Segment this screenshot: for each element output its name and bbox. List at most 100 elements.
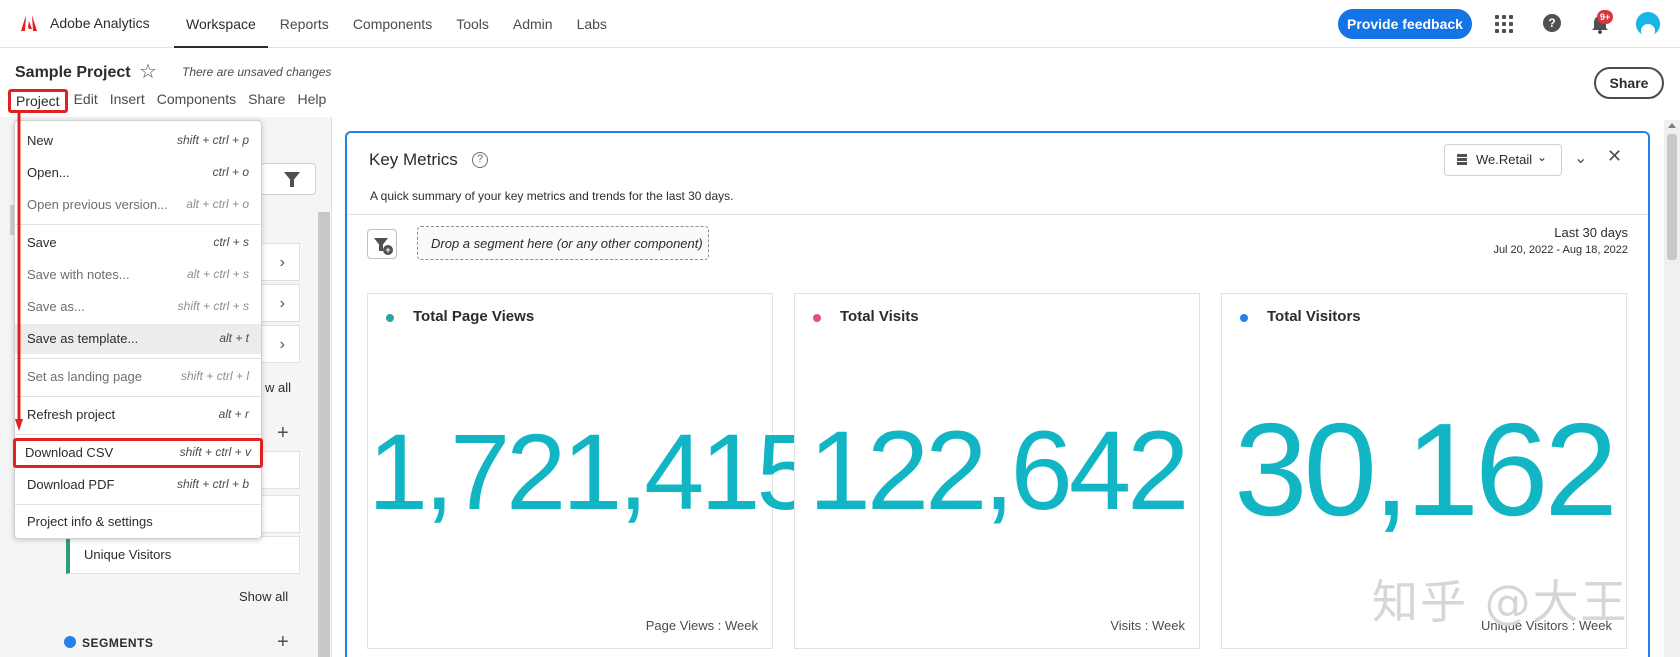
brand-name[interactable]: Adobe Analytics (50, 15, 150, 31)
rail-metric-item[interactable]: Unique Visitors (66, 536, 300, 574)
filter-icon-stem (290, 180, 294, 187)
project-menubar: Project Edit Insert Components Share Hel… (8, 89, 332, 113)
series-dot (813, 314, 821, 322)
favorite-star-icon[interactable]: ☆ (139, 62, 157, 82)
close-panel-icon[interactable]: ✕ (1607, 146, 1622, 167)
menu-help[interactable]: Help (291, 89, 332, 113)
date-range-label: Last 30 days (1554, 225, 1628, 240)
collapse-panel-icon[interactable]: ⌄ (1574, 148, 1587, 168)
panel-description: A quick summary of your key metrics and … (370, 189, 734, 203)
menu-item-save[interactable]: Save ctrl + s (15, 228, 261, 258)
card-granularity: Visits : Week (1110, 618, 1185, 633)
card-value: 30,162 (1234, 396, 1618, 543)
menu-item-label: Refresh project (27, 407, 116, 422)
provide-feedback-button[interactable]: Provide feedback (1338, 9, 1472, 39)
series-dot (386, 314, 394, 322)
notification-badge: 9+ (1597, 10, 1614, 24)
menu-item-shortcut: shift + ctrl + s (177, 299, 249, 313)
menu-item-refresh-project[interactable]: Refresh project alt + r (15, 400, 261, 430)
menu-item-shortcut: alt + ctrl + o (186, 197, 249, 211)
rail-scrollbar[interactable] (318, 212, 330, 657)
menu-item-shortcut: ctrl + o (212, 165, 249, 179)
project-dropdown-menu: New shift + ctrl + p Open... ctrl + o Op… (13, 120, 263, 539)
menu-item-shortcut: ctrl + s (213, 235, 249, 249)
chevron-down-icon: ⌄ (1537, 150, 1548, 164)
main-scrollbar[interactable] (1664, 120, 1680, 657)
nav-tools[interactable]: Tools (444, 0, 501, 48)
menu-item-download-csv[interactable]: Download CSV shift + ctrl + v (13, 438, 263, 468)
add-segment-filter-button[interactable]: + (367, 229, 397, 259)
dropzone-text: Drop a segment here (or any other compon… (431, 236, 703, 251)
menu-item-set-landing-page[interactable]: Set as landing page shift + ctrl + l (15, 362, 261, 392)
menu-item-shortcut: shift + ctrl + b (176, 477, 249, 491)
user-avatar[interactable] (1636, 12, 1660, 36)
scroll-thumb[interactable] (1667, 134, 1677, 260)
chevron-right-icon: › (279, 295, 285, 312)
card-value: 1,721,415 (368, 411, 816, 532)
menu-item-label: Set as landing page (27, 369, 142, 384)
menu-components[interactable]: Components (151, 89, 242, 113)
menu-item-save-with-notes[interactable]: Save with notes... alt + ctrl + s (15, 260, 261, 290)
menu-separator (15, 434, 261, 435)
menu-item-label: Download PDF (27, 477, 115, 492)
menu-item-save-as[interactable]: Save as... shift + ctrl + s (15, 292, 261, 322)
plus-badge-icon: + (383, 245, 393, 255)
panel-title[interactable]: Key Metrics (369, 150, 458, 170)
apps-grid-icon[interactable] (1495, 15, 1513, 33)
menu-item-open-previous-version[interactable]: Open previous version... alt + ctrl + o (15, 190, 261, 220)
menu-item-shortcut: alt + ctrl + s (186, 267, 249, 281)
metric-card-page-views[interactable]: Total Page Views 1,721,415 Page Views : … (367, 293, 816, 649)
watermark: 知乎 @大王 (1372, 575, 1629, 629)
card-title: Total Page Views (413, 308, 535, 325)
report-suite-label: We.Retail (1476, 152, 1533, 167)
metric-card-visits[interactable]: Total Visits 122,642 Visits : Week (794, 293, 1200, 649)
menu-item-open[interactable]: Open... ctrl + o (15, 158, 261, 188)
annotation-arrow-icon (15, 113, 23, 431)
menu-separator (15, 396, 261, 397)
project-title[interactable]: Sample Project (15, 64, 131, 82)
segment-dropzone[interactable]: Drop a segment here (or any other compon… (417, 226, 709, 260)
adobe-logo-icon[interactable] (20, 14, 38, 32)
card-granularity: Page Views : Week (645, 618, 758, 633)
menu-insert[interactable]: Insert (104, 89, 151, 113)
menu-edit[interactable]: Edit (68, 89, 104, 113)
menu-item-save-as-template[interactable]: Save as template... alt + t (15, 324, 261, 354)
panel-divider (347, 214, 1648, 215)
main-nav: Workspace Reports Components Tools Admin… (174, 0, 619, 48)
menu-item-label: Open... (27, 165, 70, 180)
nav-reports[interactable]: Reports (268, 0, 341, 48)
menu-share[interactable]: Share (242, 89, 291, 113)
rail-metric-label: Unique Visitors (84, 547, 172, 562)
show-all-link[interactable]: Show all (239, 589, 288, 604)
segments-header: SEGMENTS (82, 636, 154, 650)
nav-components[interactable]: Components (341, 0, 444, 48)
show-all-link[interactable]: w all (265, 380, 291, 395)
menu-item-label: Open previous version... (27, 197, 168, 212)
add-icon[interactable]: + (277, 423, 289, 443)
menu-project[interactable]: Project (8, 89, 68, 113)
unsaved-status: There are unsaved changes (182, 65, 332, 79)
menu-item-shortcut: shift + ctrl + v (179, 445, 251, 459)
menu-item-label: Project info & settings (27, 514, 153, 529)
segments-icon (64, 636, 76, 648)
card-title: Total Visitors (1267, 308, 1361, 325)
menu-item-new[interactable]: New shift + ctrl + p (15, 126, 261, 156)
help-icon[interactable]: ? (1543, 14, 1561, 32)
date-range-selector[interactable]: Last 30 days Jul 20, 2022 - Aug 18, 2022 (1428, 225, 1628, 256)
menu-item-download-pdf[interactable]: Download PDF shift + ctrl + b (15, 470, 261, 500)
chevron-right-icon: › (279, 254, 285, 271)
nav-labs[interactable]: Labs (565, 0, 619, 48)
series-dot (1240, 314, 1248, 322)
scroll-up-icon[interactable] (1668, 123, 1676, 128)
menu-item-label: New (27, 133, 54, 148)
nav-admin[interactable]: Admin (501, 0, 565, 48)
menu-item-project-info-settings[interactable]: Project info & settings (15, 507, 261, 537)
share-button[interactable]: Share (1594, 67, 1664, 99)
nav-workspace[interactable]: Workspace (174, 0, 268, 48)
add-segment-icon[interactable]: + (277, 632, 289, 652)
menu-item-label: Save as template... (27, 331, 139, 346)
menu-item-label: Download CSV (25, 445, 114, 460)
panel-help-icon[interactable]: ? (472, 152, 488, 168)
card-value: 122,642 (808, 408, 1190, 533)
date-range-value: Jul 20, 2022 - Aug 18, 2022 (1493, 244, 1628, 256)
